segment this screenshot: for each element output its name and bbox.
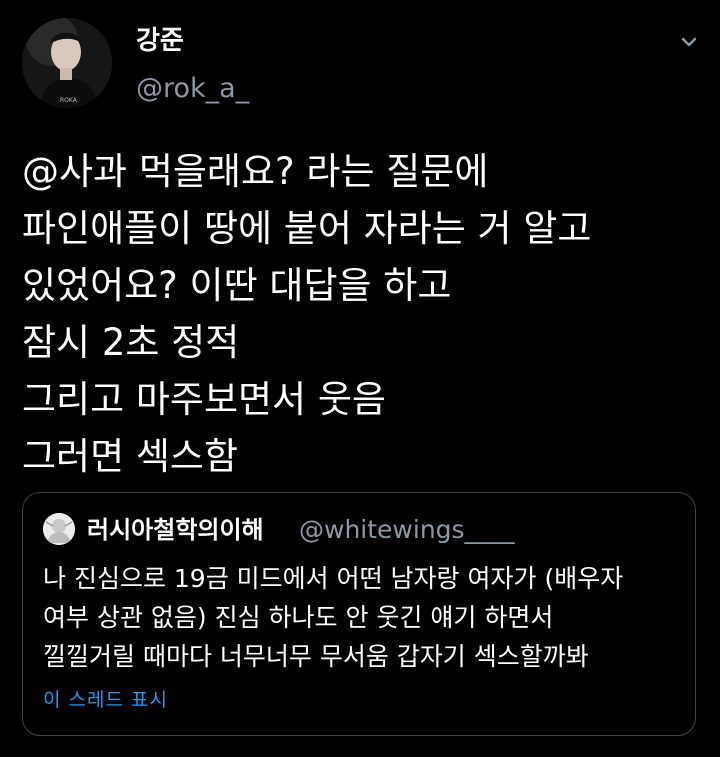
quoted-body-line: 낄낄거릴 때마다 너무너무 무서움 갑자기 섹스할까봐 — [43, 642, 589, 671]
tweet-body-line: 그러면 섹스함 — [22, 435, 239, 478]
author-display-name[interactable]: 강준 — [136, 24, 184, 58]
tweet-body: @사과 먹을래요? 라는 질문에 파인애플이 땅에 붙어 자라는 거 알고 있었… — [22, 143, 702, 485]
quoted-body-line: 여부 상관 없음) 진심 하나도 안 웃긴 얘기 하면서 — [43, 603, 554, 632]
tweet-body-line: @사과 먹을래요? 라는 질문에 — [22, 150, 489, 193]
quoted-display-name[interactable]: 러시아철학의이해 — [87, 513, 264, 547]
tweet-body-line: 그리고 마주보면서 웃음 — [22, 378, 386, 421]
show-thread-link[interactable]: 이 스레드 표시 — [43, 687, 168, 713]
quoted-tweet[interactable]: 러시아철학의이해 @whitewings____ 나 진심으로 19금 미드에서… — [22, 492, 696, 736]
quoted-body-line: 나 진심으로 19금 미드에서 어떤 남자랑 여자가 (배우자 — [43, 564, 624, 593]
author-avatar[interactable]: ROKA — [22, 18, 112, 108]
tweet: ROKA 강준 @rok_a_ @사과 먹을래요? 라는 질문에 파인애플이 땅… — [0, 0, 720, 757]
quoted-handle[interactable]: @whitewings____ — [299, 513, 515, 547]
quoted-tweet-body: 나 진심으로 19금 미드에서 어떤 남자랑 여자가 (배우자 여부 상관 없음… — [43, 559, 683, 676]
author-handle[interactable]: @rok_a_ — [136, 72, 249, 106]
tweet-body-line: 파인애플이 땅에 붙어 자라는 거 알고 — [22, 207, 592, 250]
quoted-author-avatar[interactable] — [43, 513, 75, 545]
svg-text:ROKA: ROKA — [60, 97, 78, 104]
tweet-body-line: 잠시 2초 정적 — [22, 321, 240, 364]
chevron-down-icon[interactable] — [676, 32, 702, 52]
tweet-body-line: 있었어요? 이딴 대답을 하고 — [22, 264, 452, 307]
